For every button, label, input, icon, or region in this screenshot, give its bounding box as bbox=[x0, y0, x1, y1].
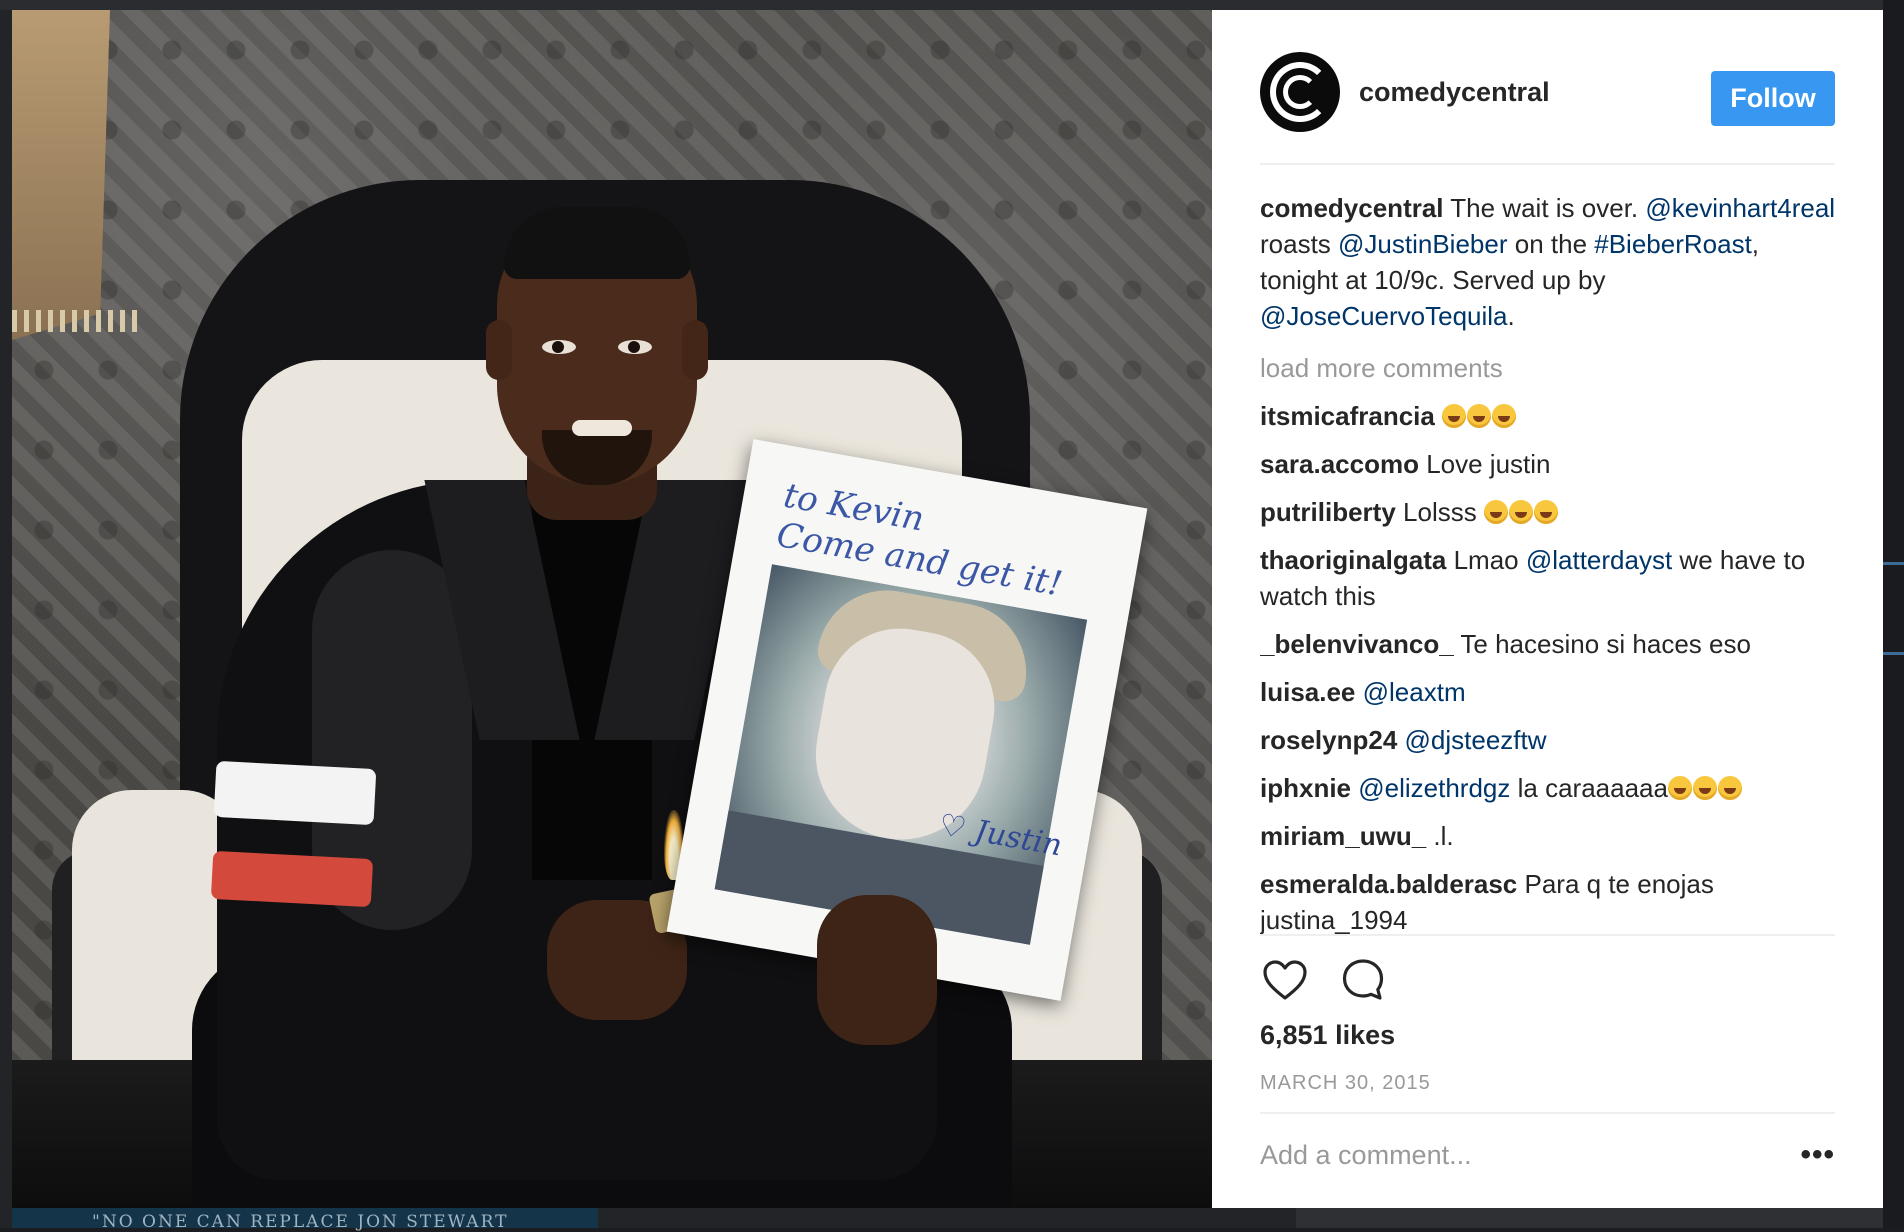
header-username[interactable]: comedycentral bbox=[1359, 77, 1550, 108]
backdrop-right-edge bbox=[1883, 0, 1904, 1228]
comment-text: . bbox=[1507, 301, 1515, 331]
comment-items: itsmicafrancia sara.accomo Love justin pu… bbox=[1260, 398, 1840, 935]
comment-username[interactable]: thaoriginalgata bbox=[1260, 545, 1446, 575]
tears-of-joy-emoji-icon bbox=[1533, 500, 1558, 524]
comment-text: .l. bbox=[1426, 821, 1454, 851]
photo-hand-right bbox=[817, 895, 937, 1045]
caption-username[interactable]: comedycentral bbox=[1260, 193, 1444, 223]
photo-ear bbox=[486, 320, 512, 380]
backdrop-top-strip bbox=[0, 0, 1904, 10]
post-actions bbox=[1260, 955, 1388, 1005]
tears-of-joy-emoji-icon bbox=[1442, 404, 1467, 428]
photo-mouth bbox=[572, 420, 632, 436]
comment-text: roasts bbox=[1260, 229, 1339, 259]
comment-text: Lmao bbox=[1446, 545, 1526, 575]
photo-armband-white bbox=[213, 760, 377, 826]
photo-armband-red bbox=[210, 850, 374, 908]
post-photo[interactable]: to Kevin Come and get it! ♡ Justin bbox=[12, 10, 1212, 1208]
comment-username[interactable]: putriliberty bbox=[1260, 497, 1396, 527]
photo-ear bbox=[682, 320, 708, 380]
comment-text: The wait is over. bbox=[1443, 193, 1646, 223]
comment-username[interactable]: esmeralda.balderasc bbox=[1260, 869, 1517, 899]
comment-text bbox=[1397, 725, 1404, 755]
comment-item: luisa.ee @leaxtm bbox=[1260, 674, 1840, 710]
photo-pupil bbox=[552, 341, 564, 353]
post-date[interactable]: MARCH 30, 2015 bbox=[1260, 1072, 1431, 1095]
tears-of-joy-emoji-icon bbox=[1717, 776, 1742, 800]
photo-hair bbox=[504, 207, 690, 279]
load-more-comments-link[interactable]: load more comments bbox=[1260, 350, 1840, 386]
photo-lamp-fringe bbox=[12, 310, 142, 332]
comment-item: itsmicafrancia bbox=[1260, 398, 1840, 434]
laughing-emoji-icon bbox=[1442, 404, 1517, 428]
laughing-emoji-icon bbox=[1667, 776, 1743, 800]
heart-icon[interactable] bbox=[1260, 955, 1310, 1005]
mention-link[interactable]: @elizethrdgz bbox=[1358, 773, 1510, 803]
comment-item: putriliberty Lolsss bbox=[1260, 494, 1840, 530]
tears-of-joy-emoji-icon bbox=[1667, 776, 1692, 800]
comment-username[interactable]: roselynp24 bbox=[1260, 725, 1397, 755]
mention-link[interactable]: @kevinhart4real bbox=[1645, 193, 1835, 223]
photo-pupil bbox=[628, 341, 640, 353]
avatar[interactable] bbox=[1260, 52, 1340, 132]
comment-text: Love justin bbox=[1418, 449, 1551, 479]
tears-of-joy-emoji-icon bbox=[1692, 776, 1717, 800]
comment-text: la caraaaaaa bbox=[1510, 773, 1668, 803]
comment-text: Te hacesino si haces eso bbox=[1453, 629, 1751, 659]
comment-username[interactable]: luisa.ee bbox=[1260, 677, 1355, 707]
footer-divider bbox=[1260, 1112, 1835, 1114]
comment-text bbox=[1355, 677, 1362, 707]
backdrop-edge-mark bbox=[1883, 652, 1904, 655]
comment-item: _belenvivanco_ Te hacesino si haces eso bbox=[1260, 626, 1840, 662]
post-side-panel: comedycentral Follow comedycentral The w… bbox=[1212, 10, 1883, 1208]
photo-lamp-shade bbox=[12, 10, 110, 340]
comment-text: on the bbox=[1507, 229, 1595, 259]
backdrop-edge-mark bbox=[1883, 562, 1904, 565]
comment-item: roselynp24 @djsteezftw bbox=[1260, 722, 1840, 758]
tears-of-joy-emoji-icon bbox=[1508, 500, 1533, 524]
likes-count[interactable]: 6,851 likes bbox=[1260, 1020, 1395, 1051]
comments-divider bbox=[1260, 934, 1835, 936]
comedy-central-logo-inner bbox=[1283, 75, 1317, 109]
mention-link[interactable]: @JoseCuervoTequila bbox=[1260, 301, 1508, 331]
mention-link[interactable]: @leaxtm bbox=[1363, 677, 1466, 707]
comment-text: Lolsss bbox=[1395, 497, 1484, 527]
comment-item: esmeralda.balderasc Para q te enojas jus… bbox=[1260, 866, 1840, 935]
comment-item: iphxnie @elizethrdgz la caraaaaaa bbox=[1260, 770, 1840, 806]
comment-username[interactable]: itsmicafrancia bbox=[1260, 401, 1435, 431]
comment-username[interactable]: _belenvivanco_ bbox=[1260, 629, 1454, 659]
comment-username[interactable]: sara.accomo bbox=[1260, 449, 1419, 479]
comment-username[interactable]: miriam_uwu_ bbox=[1260, 821, 1426, 851]
tears-of-joy-emoji-icon bbox=[1467, 404, 1492, 428]
post-header: comedycentral Follow bbox=[1260, 44, 1835, 140]
background-post-right[interactable] bbox=[1296, 1208, 1896, 1228]
more-options-button[interactable]: ••• bbox=[1800, 1138, 1835, 1172]
comment-item: sara.accomo Love justin bbox=[1260, 446, 1840, 482]
add-comment-input[interactable]: Add a comment... bbox=[1260, 1140, 1472, 1171]
post-modal: to Kevin Come and get it! ♡ Justin comed… bbox=[12, 10, 1883, 1208]
mention-link[interactable]: #BieberRoast bbox=[1594, 229, 1752, 259]
comment-item: miriam_uwu_ .l. bbox=[1260, 818, 1840, 854]
tears-of-joy-emoji-icon bbox=[1492, 404, 1517, 428]
follow-button[interactable]: Follow bbox=[1711, 71, 1835, 126]
post-caption: comedycentral The wait is over. @kevinha… bbox=[1260, 190, 1840, 334]
comments-list[interactable]: comedycentral The wait is over. @kevinha… bbox=[1260, 190, 1840, 935]
mention-link[interactable]: @latterdayst bbox=[1526, 545, 1672, 575]
mention-link[interactable]: @djsteezftw bbox=[1405, 725, 1547, 755]
tears-of-joy-emoji-icon bbox=[1483, 500, 1508, 524]
mention-link[interactable]: @JustinBieber bbox=[1338, 229, 1507, 259]
laughing-emoji-icon bbox=[1483, 500, 1559, 524]
speech-bubble-icon[interactable] bbox=[1338, 955, 1388, 1005]
header-divider bbox=[1260, 163, 1835, 165]
background-post-caption: "NO ONE CAN REPLACE JON STEWART bbox=[92, 1212, 509, 1232]
comment-item: thaoriginalgata Lmao @latterdayst we hav… bbox=[1260, 542, 1840, 614]
comment-username[interactable]: iphxnie bbox=[1260, 773, 1351, 803]
